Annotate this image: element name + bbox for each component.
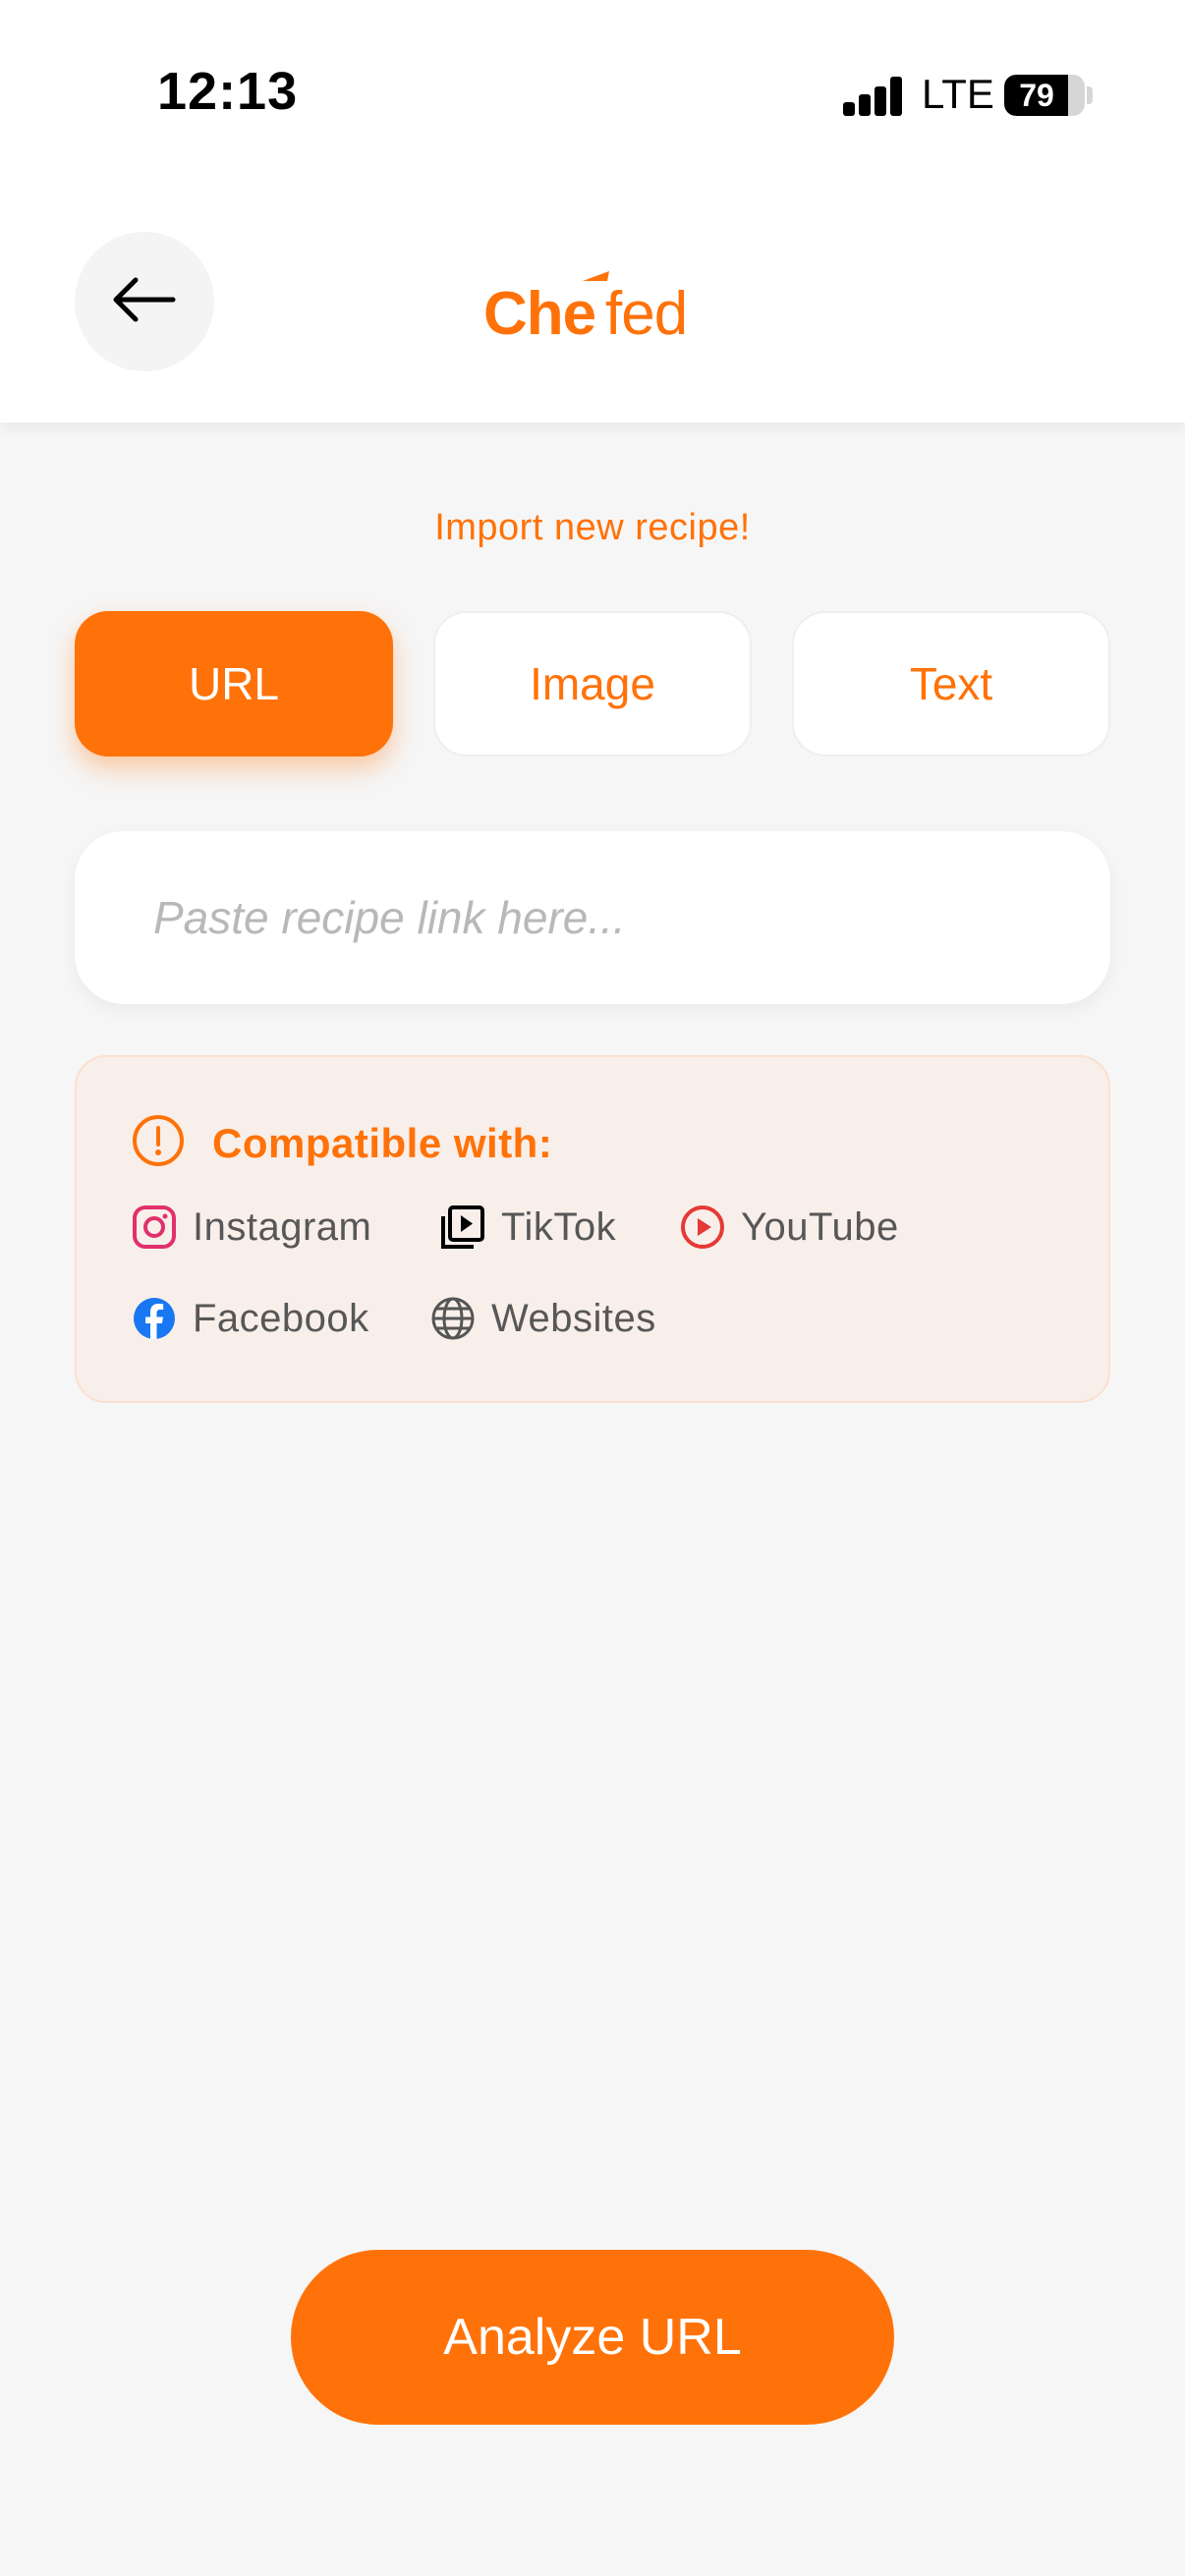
platform-label: TikTok bbox=[501, 1204, 617, 1249]
platform-label: YouTube bbox=[741, 1204, 899, 1249]
compatibility-title: Compatible with: bbox=[212, 1119, 553, 1166]
svg-text:Che: Che bbox=[483, 280, 595, 346]
battery-percent: 79 bbox=[1019, 78, 1054, 113]
youtube-icon bbox=[680, 1204, 725, 1250]
battery-icon: 79 bbox=[1004, 75, 1085, 116]
tab-text[interactable]: Text bbox=[792, 611, 1110, 756]
signal-icon bbox=[843, 77, 904, 116]
platform-websites: Websites bbox=[430, 1296, 656, 1341]
tab-image[interactable]: Image bbox=[433, 611, 752, 756]
instagram-icon bbox=[132, 1204, 177, 1250]
platform-label: Instagram bbox=[193, 1204, 372, 1249]
screen: 12:13 LTE 79 Che fed Import new recipe! … bbox=[0, 0, 1185, 2576]
tiktok-icon bbox=[440, 1204, 485, 1250]
import-type-tabs: URL Image Text bbox=[75, 611, 1110, 756]
platform-label: Websites bbox=[491, 1296, 656, 1340]
network-label: LTE bbox=[922, 71, 994, 117]
info-circle-icon bbox=[132, 1114, 185, 1172]
platform-label: Facebook bbox=[193, 1296, 369, 1340]
tab-url[interactable]: URL bbox=[75, 611, 393, 756]
battery-tip bbox=[1087, 86, 1093, 104]
globe-icon bbox=[430, 1296, 476, 1341]
chefed-logo: Che fed bbox=[481, 267, 707, 348]
platform-facebook: Facebook bbox=[132, 1296, 369, 1341]
recipe-url-input[interactable] bbox=[75, 831, 1110, 1004]
top-bar: 12:13 LTE 79 Che fed bbox=[0, 0, 1185, 422]
compatibility-panel: Compatible with: Instagram TikTok YouTub… bbox=[75, 1055, 1110, 1403]
arrow-left-icon bbox=[112, 277, 177, 327]
analyze-url-button[interactable]: Analyze URL bbox=[291, 2250, 894, 2425]
svg-text:fed: fed bbox=[605, 280, 687, 346]
page-subtitle: Import new recipe! bbox=[434, 507, 751, 548]
facebook-icon bbox=[132, 1296, 177, 1341]
status-time: 12:13 bbox=[157, 62, 299, 121]
compatibility-header: Compatible with: bbox=[132, 1114, 552, 1172]
platform-instagram: Instagram bbox=[132, 1204, 371, 1250]
platform-youtube: YouTube bbox=[680, 1204, 899, 1250]
platform-tiktok: TikTok bbox=[440, 1204, 616, 1250]
back-button[interactable] bbox=[75, 232, 214, 371]
